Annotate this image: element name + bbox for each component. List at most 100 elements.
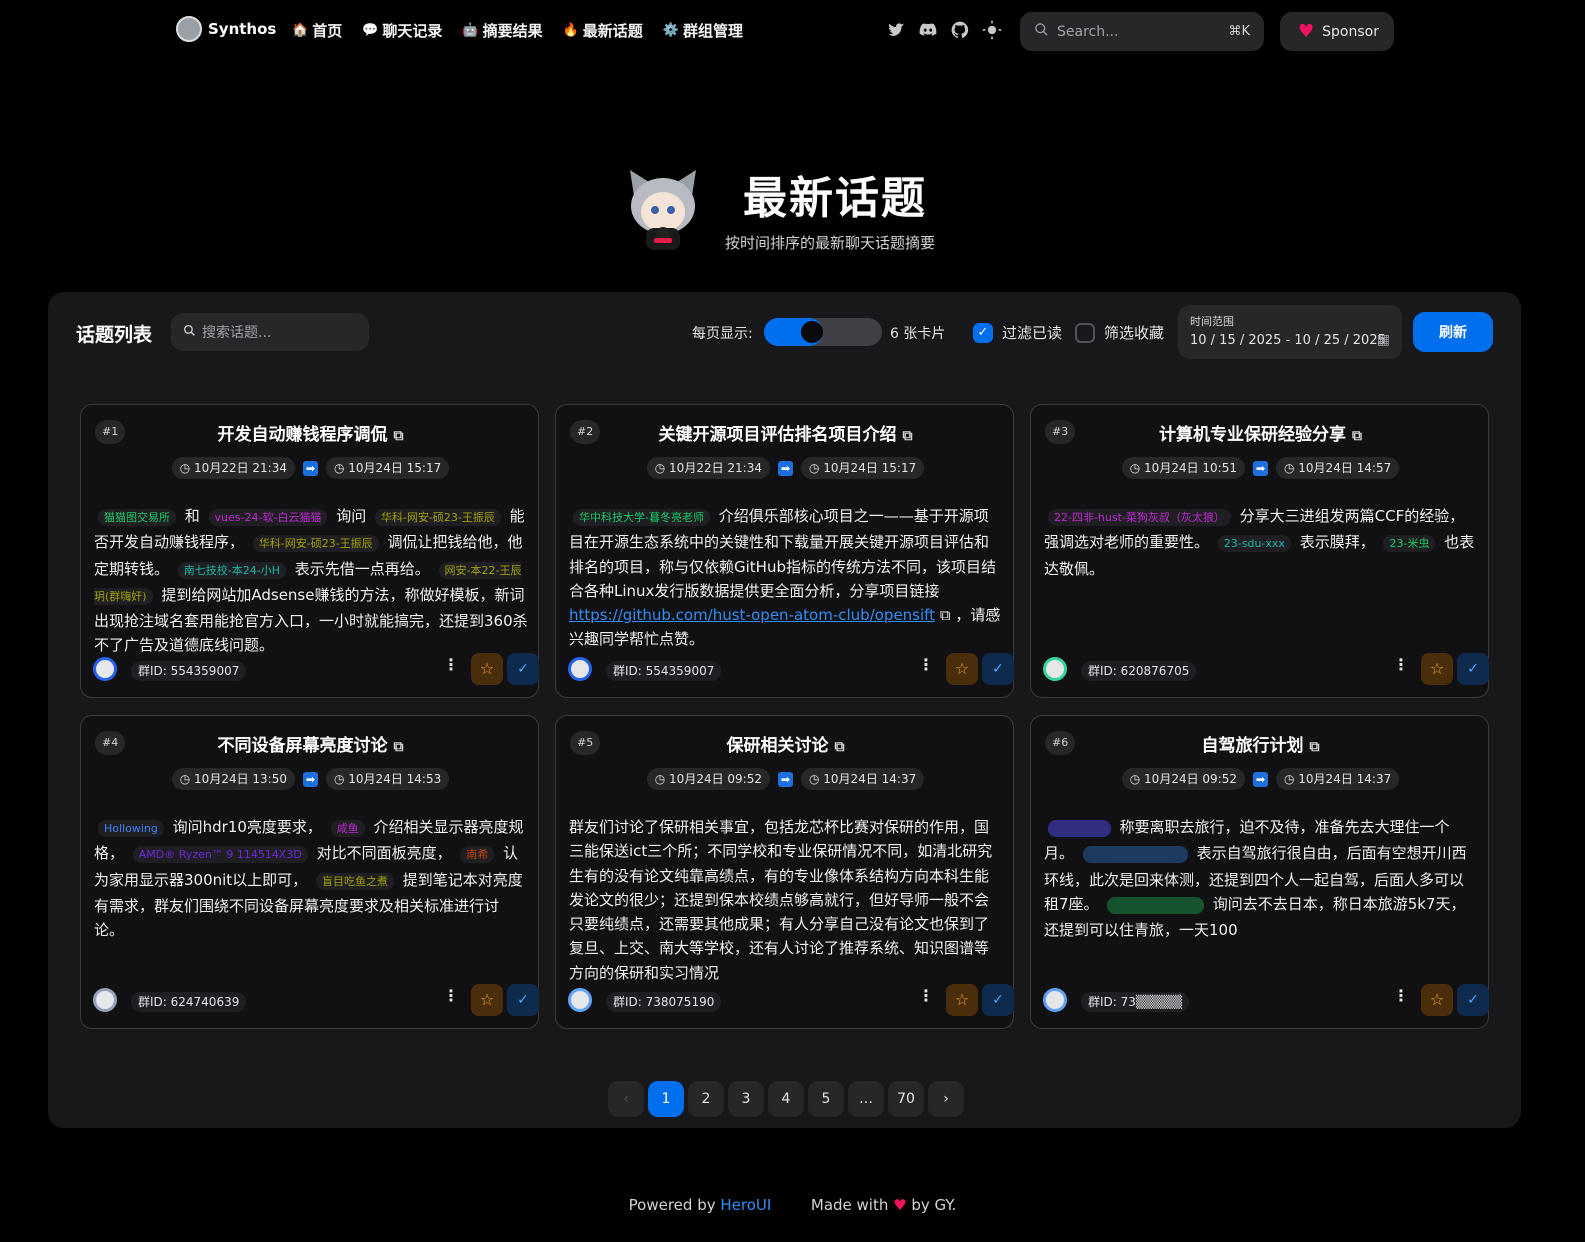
mark-read-button[interactable]: ✓ [1457, 984, 1489, 1016]
user-tag: 22-四非-hust-菜狗灰叔（灰太狼） [1048, 509, 1231, 526]
pagination-page[interactable]: 70 [888, 1081, 924, 1117]
github-icon[interactable] [950, 20, 970, 40]
topic-title-text: 计算机专业保研经验分享 [1159, 425, 1346, 445]
topic-summary: ██████ 称要离职去旅行，迫不及待，准备先去大理住一个月。 ████████… [1044, 815, 1478, 942]
more-options-icon[interactable]: ⋮ [918, 655, 934, 674]
favorite-star-button[interactable]: ☆ [1421, 653, 1453, 685]
copy-icon[interactable]: ⧉ [1310, 739, 1320, 755]
top-navbar: Synthos 🏠 首页 💬 聊天记录 🤖 摘要结果 🔥 最新话题 ⚙️ 群组管理 Sea… [0, 0, 1585, 64]
pagination-page[interactable]: 4 [768, 1081, 804, 1117]
end-time-pill: ◷ 10月24日 14:53 [326, 768, 450, 790]
pagination-page[interactable]: 5 [808, 1081, 844, 1117]
topic-card[interactable]: #3 计算机专业保研经验分享 ⧉ ◷ 10月24日 10:51 ➡ ◷ 10月24日 14… [1030, 404, 1489, 698]
copy-icon[interactable]: ⧉ [835, 739, 845, 755]
mark-read-button[interactable]: ✓ [507, 984, 539, 1016]
summary-text: 和 [180, 507, 205, 525]
twitter-icon[interactable] [886, 20, 906, 40]
nav-chat-history[interactable]: 💬 聊天记录 [362, 20, 442, 41]
topic-card[interactable]: #4 不同设备屏幕亮度讨论 ⧉ ◷ 10月24日 13:50 ➡ ◷ 10月24日 14:… [80, 715, 539, 1029]
favorite-star-button[interactable]: ☆ [471, 653, 503, 685]
start-time-pill: ◷ 10月24日 10:51 [1121, 457, 1245, 479]
topic-title: 保研相关讨论 ⧉ [556, 731, 1015, 756]
filter-read-checkbox[interactable]: ✓ 过滤已读 [973, 322, 1062, 343]
per-page-slider[interactable] [764, 318, 882, 346]
nav-home[interactable]: 🏠 首页 [292, 20, 342, 41]
global-search-input[interactable]: Search... ⌘K [1020, 12, 1264, 51]
topic-card[interactable]: #6 自驾旅行计划 ⧉ ◷ 10月24日 09:52 ➡ ◷ 10月24日 14:37 ██… [1030, 715, 1489, 1029]
user-tag: Hollowing [98, 820, 164, 837]
theme-toggle-sun-icon[interactable] [982, 20, 1002, 40]
more-options-icon[interactable]: ⋮ [1393, 655, 1409, 674]
author-label: by GY. [911, 1196, 957, 1214]
end-time-pill: ◷ 10月24日 14:37 [801, 768, 925, 790]
start-time-pill: ◷ 10月24日 13:50 [171, 768, 295, 790]
brand-name: Synthos [208, 20, 277, 38]
topic-card[interactable]: #2 关键开源项目评估排名项目介绍 ⧉ ◷ 10月22日 21:34 ➡ ◷ 10月24日… [555, 404, 1014, 698]
pagination-page[interactable]: 1 [648, 1081, 684, 1117]
project-link[interactable]: https://github.com/hust-open-atom-club/o… [569, 606, 935, 624]
card-footer: 群ID: 620876705 ⋮ ☆ ✓ [1043, 653, 1489, 685]
more-options-icon[interactable]: ⋮ [443, 986, 459, 1005]
start-time-pill: ◷ 10月22日 21:34 [646, 457, 770, 479]
topic-title: 不同设备屏幕亮度讨论 ⧉ [81, 731, 540, 756]
topic-title-text: 开发自动赚钱程序调侃 [217, 425, 388, 445]
more-options-icon[interactable]: ⋮ [1393, 986, 1409, 1005]
topic-card[interactable]: #5 保研相关讨论 ⧉ ◷ 10月24日 09:52 ➡ ◷ 10月24日 14:37 群友… [555, 715, 1014, 1029]
topic-search-placeholder: 搜索话题... [202, 325, 272, 341]
card-footer: 群ID: 624740639 ⋮ ☆ ✓ [93, 984, 539, 1016]
arrow-right-icon: ➡ [778, 460, 793, 476]
calendar-icon[interactable]: ▦ [1377, 332, 1390, 348]
copy-icon[interactable]: ⧉ [394, 739, 404, 755]
social-links [886, 20, 1002, 40]
favorite-star-button[interactable]: ☆ [1421, 984, 1453, 1016]
discord-icon[interactable] [918, 20, 938, 40]
topic-summary: 猫猫图交易所 和 vues-24-软-白云猫猫 询问 华科-网安-硕23-王振辰… [94, 504, 528, 658]
pagination-prev-icon[interactable]: ‹ [608, 1081, 644, 1117]
filter-fav-label: 筛选收藏 [1104, 324, 1165, 342]
group-avatar [568, 657, 592, 681]
per-page-label: 每页显示: [692, 326, 753, 342]
arrow-right-icon: ➡ [303, 460, 318, 476]
topic-title-text: 关键开源项目评估排名项目介绍 [658, 425, 897, 445]
favorite-star-button[interactable]: ☆ [471, 984, 503, 1016]
made-with-label: Made with [810, 1196, 889, 1214]
copy-icon[interactable]: ⧉ [903, 428, 913, 444]
group-id-badge: 群ID: 738075190 [606, 992, 722, 1012]
filter-favorites-checkbox[interactable]: 筛选收藏 [1075, 322, 1164, 343]
pagination-next-icon[interactable]: › [928, 1081, 964, 1117]
nav-group-manage[interactable]: ⚙️ 群组管理 [663, 20, 743, 41]
sponsor-button[interactable]: ♥ Sponsor [1280, 12, 1394, 51]
slider-thumb[interactable] [800, 321, 823, 343]
topic-time-range: ◷ 10月24日 13:50 ➡ ◷ 10月24日 14:53 [81, 768, 540, 790]
blurred-user-tag: ███████████ [1082, 846, 1188, 864]
copy-icon[interactable]: ⧉ [394, 428, 404, 444]
arrow-right-icon: ➡ [1253, 460, 1268, 476]
refresh-button[interactable]: 刷新 [1413, 312, 1493, 352]
more-options-icon[interactable]: ⋮ [443, 655, 459, 674]
nav-summary[interactable]: 🤖 摘要结果 [462, 20, 542, 41]
brand-logo[interactable]: Synthos [176, 16, 276, 42]
topic-title-text: 不同设备屏幕亮度讨论 [217, 736, 388, 756]
heroui-link[interactable]: HeroUI [720, 1196, 771, 1214]
more-options-icon[interactable]: ⋮ [918, 986, 934, 1005]
mark-read-button[interactable]: ✓ [982, 984, 1014, 1016]
topic-title: 自驾旅行计划 ⧉ [1031, 731, 1490, 756]
pagination-page[interactable]: 3 [728, 1081, 764, 1117]
search-shortcut: ⌘K [1228, 24, 1250, 39]
date-range-picker[interactable]: 时间范围 10 / 15 / 2025 - 10 / 25 / 2025 ▦ [1178, 305, 1402, 359]
topic-search-input[interactable]: 搜索话题... [171, 313, 369, 351]
mark-read-button[interactable]: ✓ [507, 653, 539, 685]
mark-read-button[interactable]: ✓ [982, 653, 1014, 685]
nav-latest-topics[interactable]: 🔥 最新话题 [563, 20, 643, 41]
favorite-star-button[interactable]: ☆ [946, 653, 978, 685]
copy-icon[interactable]: ⧉ [1352, 428, 1362, 444]
favorite-star-button[interactable]: ☆ [946, 984, 978, 1016]
mark-read-button[interactable]: ✓ [1457, 653, 1489, 685]
end-time-pill: ◷ 10月24日 15:17 [326, 457, 450, 479]
start-time-pill: ◷ 10月24日 09:52 [1121, 768, 1245, 790]
user-tag: 盲目吃鱼之煮 [315, 872, 394, 890]
topic-card[interactable]: #1 开发自动赚钱程序调侃 ⧉ ◷ 10月22日 21:34 ➡ ◷ 10月24日 15:… [80, 404, 539, 698]
summary-text: 表示膜拜， [1294, 533, 1380, 552]
user-tag: 23-sdu-xxx [1217, 535, 1291, 553]
pagination-page[interactable]: 2 [688, 1081, 724, 1117]
